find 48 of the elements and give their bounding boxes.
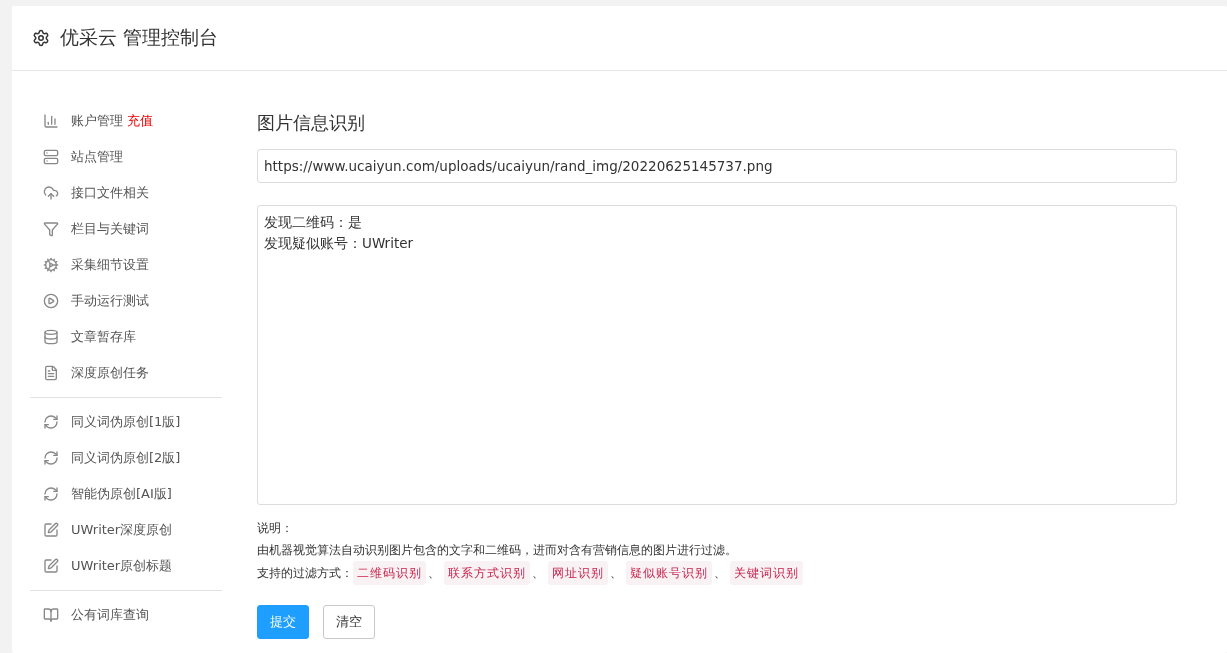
result-line: 发现疑似账号：UWriter — [264, 234, 414, 253]
sidebar-item[interactable]: UWriter深度原创 — [30, 512, 222, 548]
sidebar-item[interactable]: 账户管理 充值 — [30, 103, 222, 139]
refresh-icon — [43, 414, 59, 430]
bar-chart-icon — [43, 113, 59, 129]
sidebar-item[interactable]: 同义词伪原创[2版] — [30, 440, 222, 476]
sidebar-item[interactable]: 手动运行测试 — [30, 283, 222, 319]
section-title: 图片信息识别 — [257, 111, 366, 135]
gear-icon — [43, 257, 59, 273]
url-field[interactable]: https://www.ucaiyun.com/uploads/ucaiyun/rand_img/20220625145737.png — [257, 149, 1177, 183]
book-icon — [43, 607, 59, 623]
filter-tag: 联系方式识别 — [444, 561, 530, 585]
filter-tag: 网址识别 — [548, 561, 608, 585]
separator: 、 — [714, 565, 726, 582]
sidebar-item[interactable]: 站点管理 — [30, 139, 222, 175]
edit-icon — [43, 522, 59, 538]
filter-icon — [43, 221, 59, 237]
filter-tag: 关键词识别 — [730, 561, 803, 585]
edit-icon — [43, 558, 59, 574]
clear-button[interactable]: 清空 — [323, 605, 375, 639]
database-icon — [43, 329, 59, 345]
note-text: 由机器视觉算法自动识别图片包含的文字和二维码，进而对含有营销信息的图片进行过滤。 — [257, 542, 737, 559]
result-line: 发现二维码：是 — [264, 213, 362, 232]
settings-icon — [32, 29, 50, 47]
refresh-icon — [43, 450, 59, 466]
server-icon — [43, 149, 59, 165]
play-icon — [43, 293, 59, 309]
separator: 、 — [428, 565, 440, 582]
document-icon — [43, 365, 59, 381]
result-box[interactable]: 发现二维码：是 发现疑似账号：UWriter — [257, 205, 1177, 505]
console-title: 优采云 管理控制台 — [60, 25, 219, 50]
refresh-icon — [43, 486, 59, 502]
separator: 、 — [532, 565, 544, 582]
separator: 、 — [610, 565, 622, 582]
filter-tag: 二维码识别 — [353, 561, 426, 585]
sidebar-item[interactable]: 采集细节设置 — [30, 247, 222, 283]
cloud-upload-icon — [43, 185, 59, 201]
filters-label: 支持的过滤方式： — [257, 565, 353, 582]
filter-tag: 疑似账号识别 — [626, 561, 712, 585]
sidebar-item[interactable]: 文章暂存库 — [30, 319, 222, 355]
sidebar-item[interactable]: 同义词伪原创[1版] — [30, 404, 222, 440]
sidebar-item[interactable]: 公有词库查询 — [30, 597, 222, 633]
sidebar-item[interactable]: 栏目与关键词 — [30, 211, 222, 247]
note-title: 说明： — [257, 520, 294, 537]
sidebar-item[interactable]: 智能伪原创[AI版] — [30, 476, 222, 512]
sidebar-item[interactable]: UWriter原创标题 — [30, 548, 222, 584]
sidebar-item[interactable]: 深度原创任务 — [30, 355, 222, 391]
sidebar-item[interactable]: 接口文件相关 — [30, 175, 222, 211]
